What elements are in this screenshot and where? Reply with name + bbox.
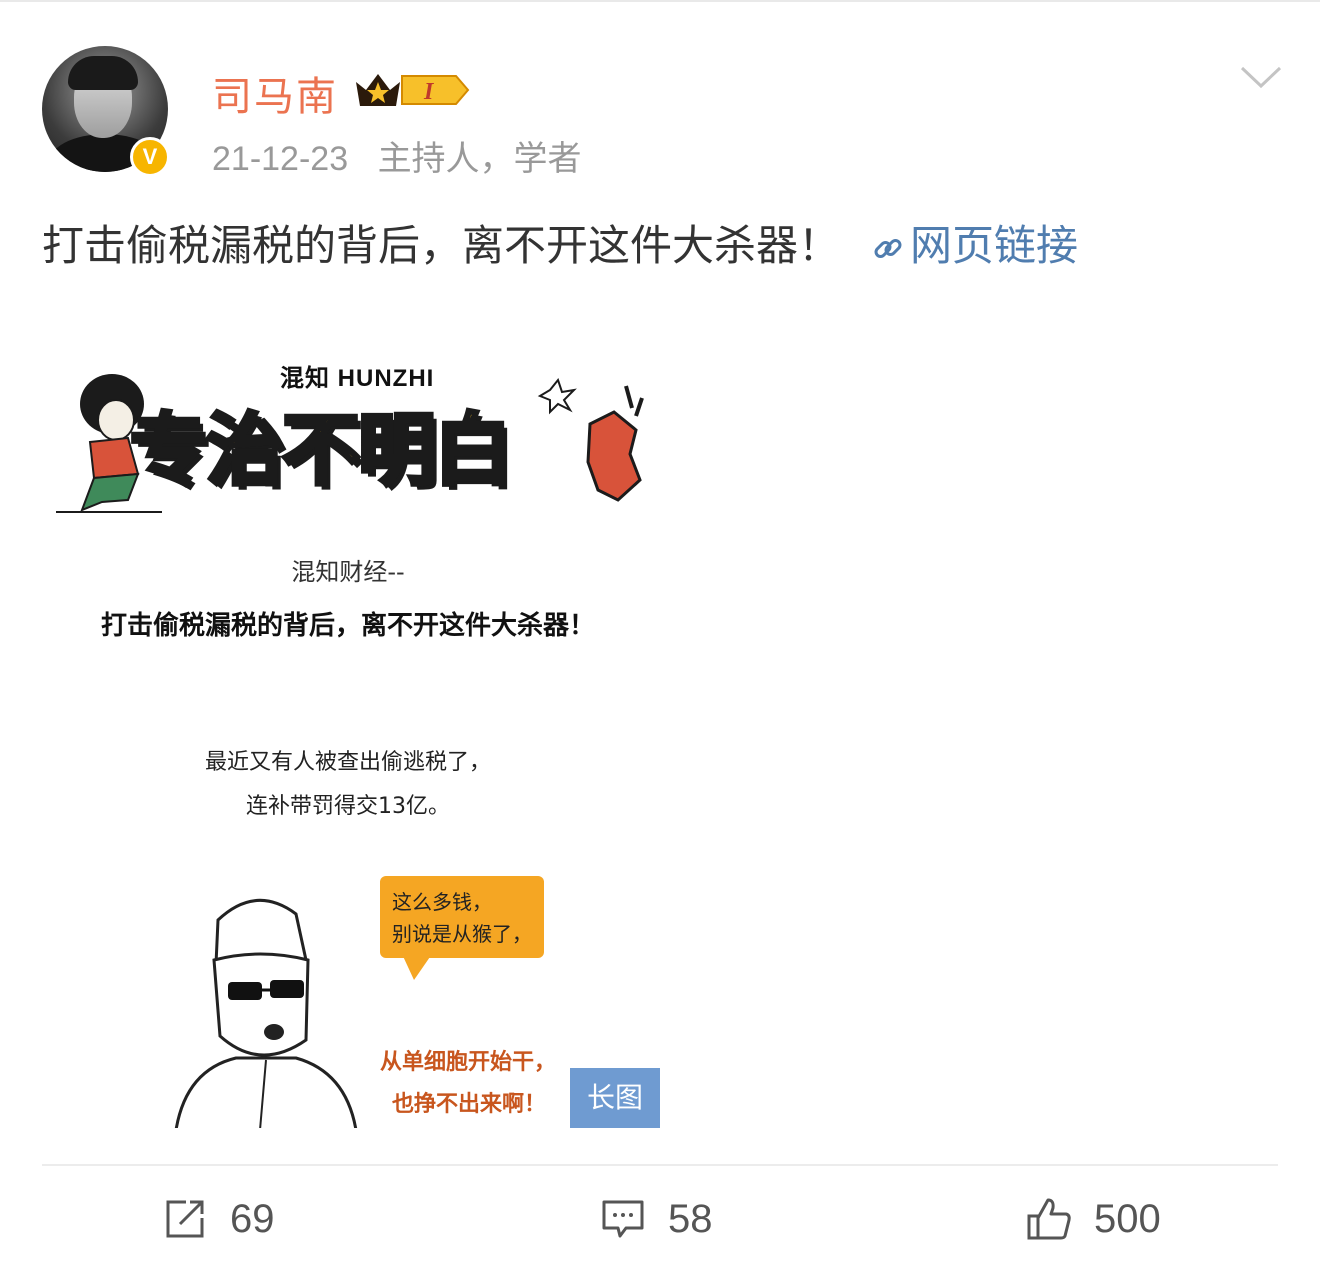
link-icon [874, 238, 902, 258]
chevron-down-icon[interactable] [1238, 62, 1284, 92]
web-link[interactable]: 网页链接 [870, 221, 1078, 270]
image-line: 连补带罚得交13亿。 [246, 794, 450, 819]
cartoon-character [174, 899, 358, 1128]
footer-divider [42, 1164, 1278, 1166]
speech-bubble-tail [402, 954, 432, 980]
web-link-label: 网页链接 [910, 221, 1079, 270]
speech-bubble-line: 别说是从猴了， [392, 922, 532, 946]
like-button[interactable]: 500 [1026, 1190, 1161, 1248]
long-image-tag: 长图 [570, 1068, 660, 1128]
like-icon [1027, 1198, 1071, 1240]
verified-badge: V [130, 137, 170, 177]
repost-count: 69 [230, 1196, 275, 1241]
image-exclaim-line: 从单细胞开始干， [380, 1050, 557, 1075]
post-date: 21-12-23 [212, 140, 349, 178]
speech-bubble-line: 这么多钱， [392, 890, 492, 914]
comment-button[interactable]: 58 [600, 1190, 713, 1248]
image-subtitle: 混知财经-- [291, 558, 405, 586]
author-bio: 主持人，学者 [377, 140, 582, 178]
username[interactable]: 司马南 [212, 64, 338, 122]
repost-icon [166, 1200, 204, 1238]
image-banner-title: 专治不明白 [128, 404, 514, 498]
comment-icon [602, 1200, 644, 1238]
level-badge-text: I [423, 79, 435, 105]
comment-count: 58 [668, 1196, 713, 1241]
image-line: 最近又有人被查出偷逃税了， [204, 750, 491, 775]
post-meta: 21-12-23 主持人，学者 [212, 131, 582, 180]
member-crown-icon[interactable]: I [352, 68, 470, 112]
like-count: 500 [1094, 1196, 1161, 1241]
speech-bubble: 这么多钱， 别说是从猴了， [380, 876, 544, 958]
top-divider [0, 0, 1320, 2]
image-headline: 打击偷税漏税的背后，离不开这件大杀器！ [100, 611, 595, 641]
post-text: 打击偷税漏税的背后，离不开这件大杀器！ 网页链接 [42, 212, 1078, 273]
repost-button[interactable]: 69 [162, 1190, 275, 1248]
post-image[interactable]: 混知 HUNZHI 专治不明白 混知财经-- 打击偷税漏税的背后，离不开这件大杀… [42, 330, 660, 1128]
post-body: 打击偷税漏税的背后，离不开这件大杀器！ [42, 221, 841, 270]
